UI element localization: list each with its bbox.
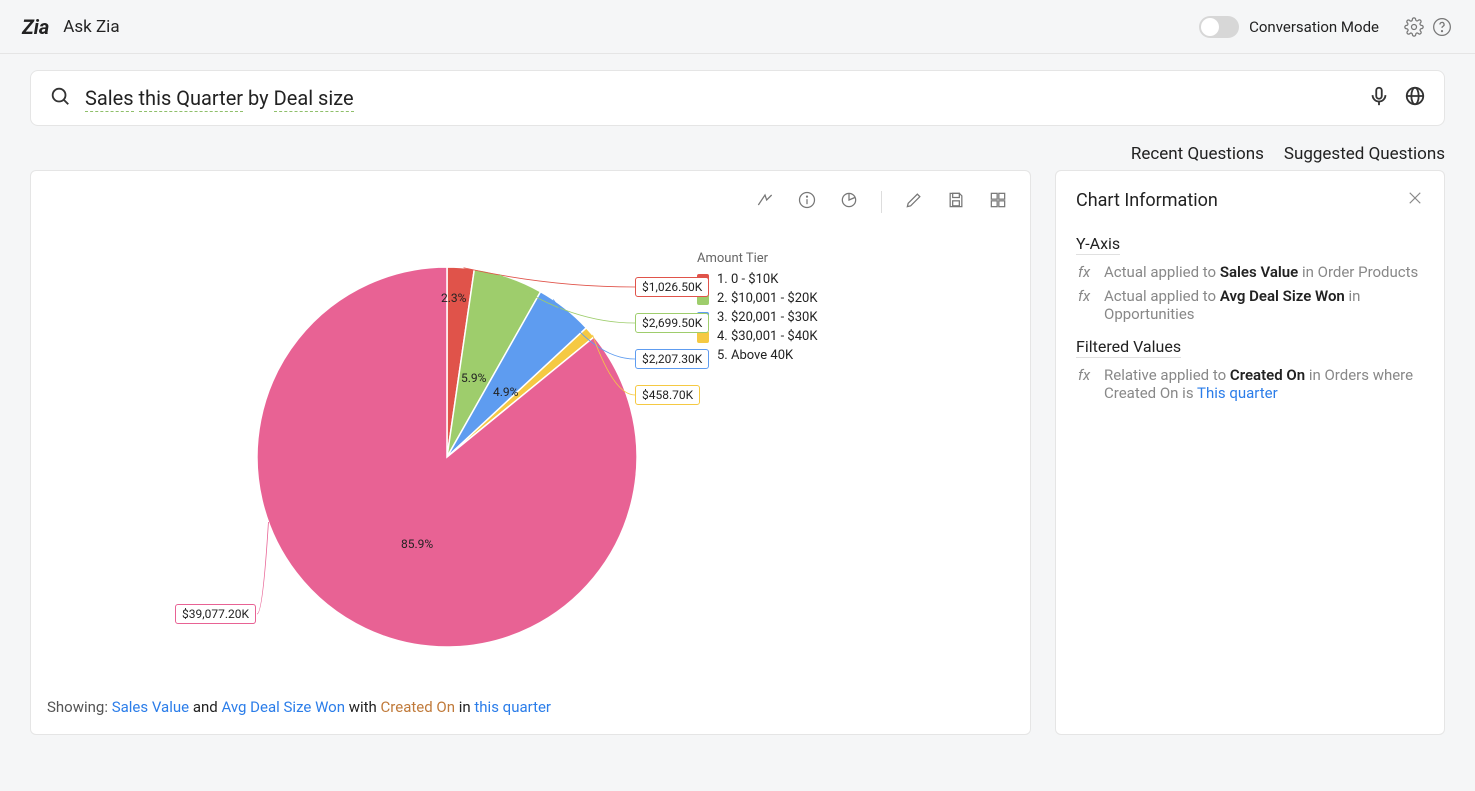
help-icon[interactable] [1431, 16, 1453, 38]
legend-item[interactable]: 4. $30,001 - $40K [697, 329, 817, 344]
showing-label: Showing: [47, 698, 108, 716]
legend: Amount Tier 1. 0 - $10K 2. $10,001 - $20K… [697, 227, 817, 692]
info-icon[interactable] [797, 190, 817, 214]
yaxis-row-2: fx Actual applied to Avg Deal Size Won i… [1076, 287, 1424, 323]
legend-label: 5. Above 40K [717, 348, 793, 363]
pie-chart: $1,026.50K $2,699.50K $2,207.30K $458.70… [47, 227, 667, 692]
zia-logo: Zia [22, 15, 49, 39]
showing-sales[interactable]: Sales Value [112, 698, 189, 716]
question-links: Recent Questions Suggested Questions [0, 134, 1475, 170]
callout-tier4: $458.70K [635, 385, 700, 405]
conversation-mode-toggle[interactable] [1199, 16, 1239, 38]
fx-icon: fx [1078, 263, 1096, 281]
legend-item[interactable]: 5. Above 40K [697, 348, 817, 363]
conversation-mode-label: Conversation Mode [1249, 18, 1379, 36]
showing-created[interactable]: Created On [381, 698, 455, 716]
close-icon[interactable] [1406, 189, 1424, 212]
mic-icon[interactable] [1368, 85, 1390, 111]
toolbar-separator [881, 191, 882, 213]
chart-toolbar [47, 187, 1014, 217]
legend-label: 4. $30,001 - $40K [717, 329, 817, 344]
legend-label: 2. $10,001 - $20K [717, 291, 817, 306]
suggested-questions-link[interactable]: Suggested Questions [1284, 144, 1445, 164]
chart-type-icon[interactable] [839, 190, 859, 214]
leader-line [257, 522, 268, 614]
legend-label: 1. 0 - $10K [717, 272, 778, 287]
filter-row-1: fx Relative applied to Created On in Ord… [1076, 366, 1424, 402]
showing-row: Showing: Sales Value and Avg Deal Size W… [47, 692, 1014, 716]
legend-item[interactable]: 3. $20,001 - $30K [697, 310, 817, 325]
search-icon [49, 85, 71, 111]
yaxis-heading: Y-Axis [1076, 234, 1120, 255]
search-bar[interactable]: Sales this Quarter by Deal size [30, 70, 1445, 126]
legend-label: 3. $20,001 - $30K [717, 310, 817, 325]
callout-tier5: $39,077.20K [175, 604, 256, 624]
legend-item[interactable]: 1. 0 - $10K [697, 272, 817, 287]
callout-tier1: $1,026.50K [635, 277, 709, 297]
fx-icon: fx [1078, 287, 1096, 323]
legend-title: Amount Tier [697, 251, 817, 266]
filtered-heading: Filtered Values [1076, 337, 1181, 358]
settings-icon[interactable] [1403, 16, 1425, 38]
showing-quarter[interactable]: this quarter [474, 698, 551, 716]
callout-tier3: $2,207.30K [635, 349, 709, 369]
globe-icon[interactable] [1404, 85, 1426, 111]
search-query[interactable]: Sales this Quarter by Deal size [71, 86, 1354, 110]
callout-tier2: $2,699.50K [635, 313, 709, 333]
pct-tier5: 85.9% [401, 537, 433, 551]
top-bar: Zia Ask Zia Conversation Mode [0, 0, 1475, 54]
chart-info-title: Chart Information [1076, 190, 1218, 211]
pct-tier3: 4.9% [493, 385, 518, 399]
chart-info-panel: Chart Information Y-Axis fx Actual appli… [1055, 170, 1445, 735]
showing-avg[interactable]: Avg Deal Size Won [221, 698, 345, 716]
recent-questions-link[interactable]: Recent Questions [1131, 144, 1264, 164]
fx-icon: fx [1078, 366, 1096, 402]
legend-item[interactable]: 2. $10,001 - $20K [697, 291, 817, 306]
chart-panel: $1,026.50K $2,699.50K $2,207.30K $458.70… [30, 170, 1031, 735]
edit-icon[interactable] [904, 190, 924, 214]
page-title: Ask Zia [63, 17, 119, 37]
zia-icon[interactable] [755, 190, 775, 214]
yaxis-row-1: fx Actual applied to Sales Value in Orde… [1076, 263, 1424, 281]
save-icon[interactable] [946, 190, 966, 214]
pct-tier2: 5.9% [461, 371, 486, 385]
pct-tier1: 2.3% [441, 291, 466, 305]
grid-icon[interactable] [988, 190, 1008, 214]
